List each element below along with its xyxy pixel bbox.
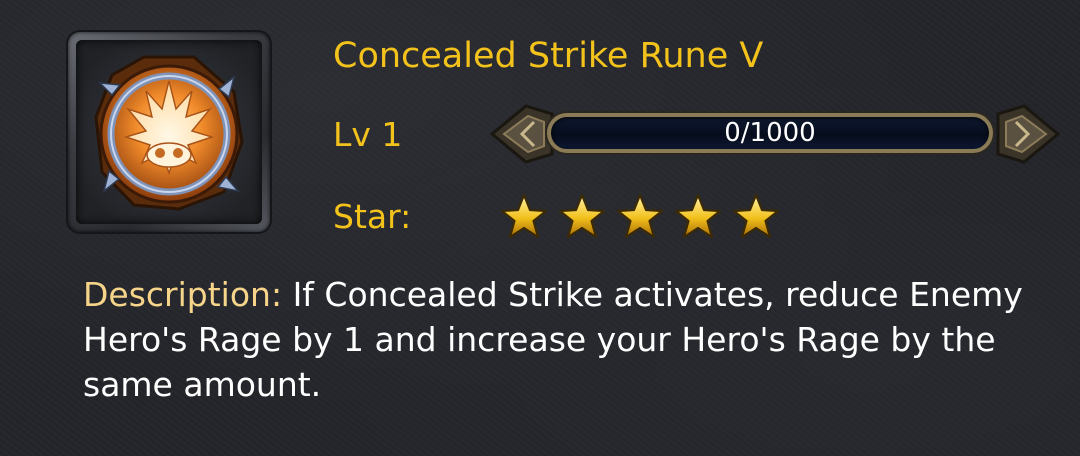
star-rating [500, 193, 780, 241]
rune-icon-slot [76, 40, 262, 224]
star-icon [674, 193, 722, 239]
level-label: Lv 1 [333, 115, 403, 154]
flame-rune-icon [94, 55, 244, 211]
rune-title: Concealed Strike Rune V [333, 36, 764, 76]
rune-icon-frame[interactable] [68, 32, 270, 232]
progress-text: 0/1000 [724, 118, 816, 148]
star-icon [616, 193, 664, 239]
experience-progress-bar: 0/1000 [490, 100, 1060, 168]
star-icon [500, 193, 548, 239]
rune-info-panel: Concealed Strike Rune V Lv 1 0/1000 Star… [0, 0, 1080, 456]
star-icon [732, 193, 780, 239]
rune-description: Description: If Concealed Strike activat… [83, 272, 1058, 407]
star-icon [558, 193, 606, 239]
description-label: Description: [83, 275, 283, 314]
star-label: Star: [333, 197, 412, 236]
